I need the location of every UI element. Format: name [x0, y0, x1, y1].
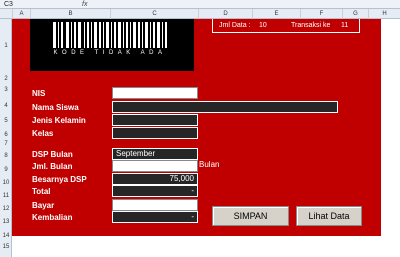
row-header[interactable]: 11 [0, 193, 12, 199]
kembalian-label: Kembalian [32, 213, 73, 222]
transaksi-value: 11 [341, 22, 349, 29]
jenis-kelamin-field[interactable] [112, 114, 198, 126]
nama-siswa-field[interactable] [112, 101, 338, 113]
row-header[interactable]: 1 [0, 43, 12, 49]
jml-data-label: Jml Data : [219, 22, 251, 29]
barcode-label: KODE TIDAK ADA [53, 50, 167, 56]
row-header[interactable]: 10 [0, 180, 12, 186]
info-box: Jml Data : 10 Transaksi ke 11 [212, 19, 360, 33]
name-box[interactable]: C3 [0, 0, 60, 9]
total-label: Total [32, 187, 51, 196]
bayar-field[interactable] [112, 199, 198, 211]
bayar-label: Bayar [32, 201, 55, 210]
kelas-label: Kelas [32, 129, 54, 138]
besarnya-dsp-label: Besarnya DSP [32, 175, 87, 184]
simpan-button[interactable]: SIMPAN [212, 206, 289, 226]
nis-label: NIS [32, 89, 46, 98]
row-header[interactable]: 9 [0, 167, 12, 173]
lihat-data-button[interactable]: Lihat Data [296, 206, 362, 226]
row-header[interactable]: 7 [0, 141, 12, 147]
formula-bar: C3 fx [0, 0, 400, 9]
column-header-h[interactable]: H [368, 9, 400, 19]
barcode-image [53, 22, 167, 48]
column-header-e[interactable]: E [252, 9, 300, 19]
barcode-panel: KODE TIDAK ADA [30, 19, 194, 71]
column-header-g[interactable]: G [342, 9, 368, 19]
row-header[interactable]: 13 [0, 219, 12, 225]
dsp-bulan-select[interactable]: September [112, 148, 198, 160]
total-field: - [112, 185, 198, 197]
row-header[interactable]: 14 [0, 233, 12, 239]
row-header[interactable]: 5 [0, 118, 12, 124]
nama-siswa-label: Nama Siswa [32, 103, 79, 112]
column-header-c[interactable]: C [110, 9, 198, 19]
fx-icon[interactable]: fx [82, 0, 87, 9]
row-header[interactable]: 15 [0, 244, 12, 250]
kembalian-field: - [112, 211, 198, 223]
row-header[interactable]: 4 [0, 103, 12, 109]
nis-field[interactable] [112, 87, 198, 99]
column-header-d[interactable]: D [198, 9, 252, 19]
row-header[interactable]: 2 [0, 76, 12, 82]
row-headers: 1 2 3 4 5 6 7 8 9 10 11 12 13 14 15 [0, 19, 12, 257]
dsp-bulan-label: DSP Bulan [32, 150, 73, 159]
jml-bulan-field[interactable] [112, 160, 198, 172]
row-header[interactable]: 8 [0, 153, 12, 159]
row-header[interactable]: 3 [0, 87, 12, 93]
jml-bulan-label: Jml. Bulan [32, 162, 73, 171]
row-header[interactable]: 6 [0, 132, 12, 138]
column-header-b[interactable]: B [30, 9, 110, 19]
column-header-a[interactable]: A [12, 9, 30, 19]
bulan-unit-label: Bulan [199, 160, 220, 169]
kelas-field[interactable] [112, 127, 198, 139]
column-header-f[interactable]: F [300, 9, 342, 19]
transaksi-label: Transaksi ke [291, 22, 331, 29]
row-header[interactable]: 12 [0, 206, 12, 212]
jenis-kelamin-label: Jenis Kelamin [32, 116, 86, 125]
column-headers: A B C D E F G H [0, 9, 400, 19]
besarnya-dsp-field: 75,000 [112, 173, 198, 185]
jml-data-value: 10 [259, 22, 267, 29]
